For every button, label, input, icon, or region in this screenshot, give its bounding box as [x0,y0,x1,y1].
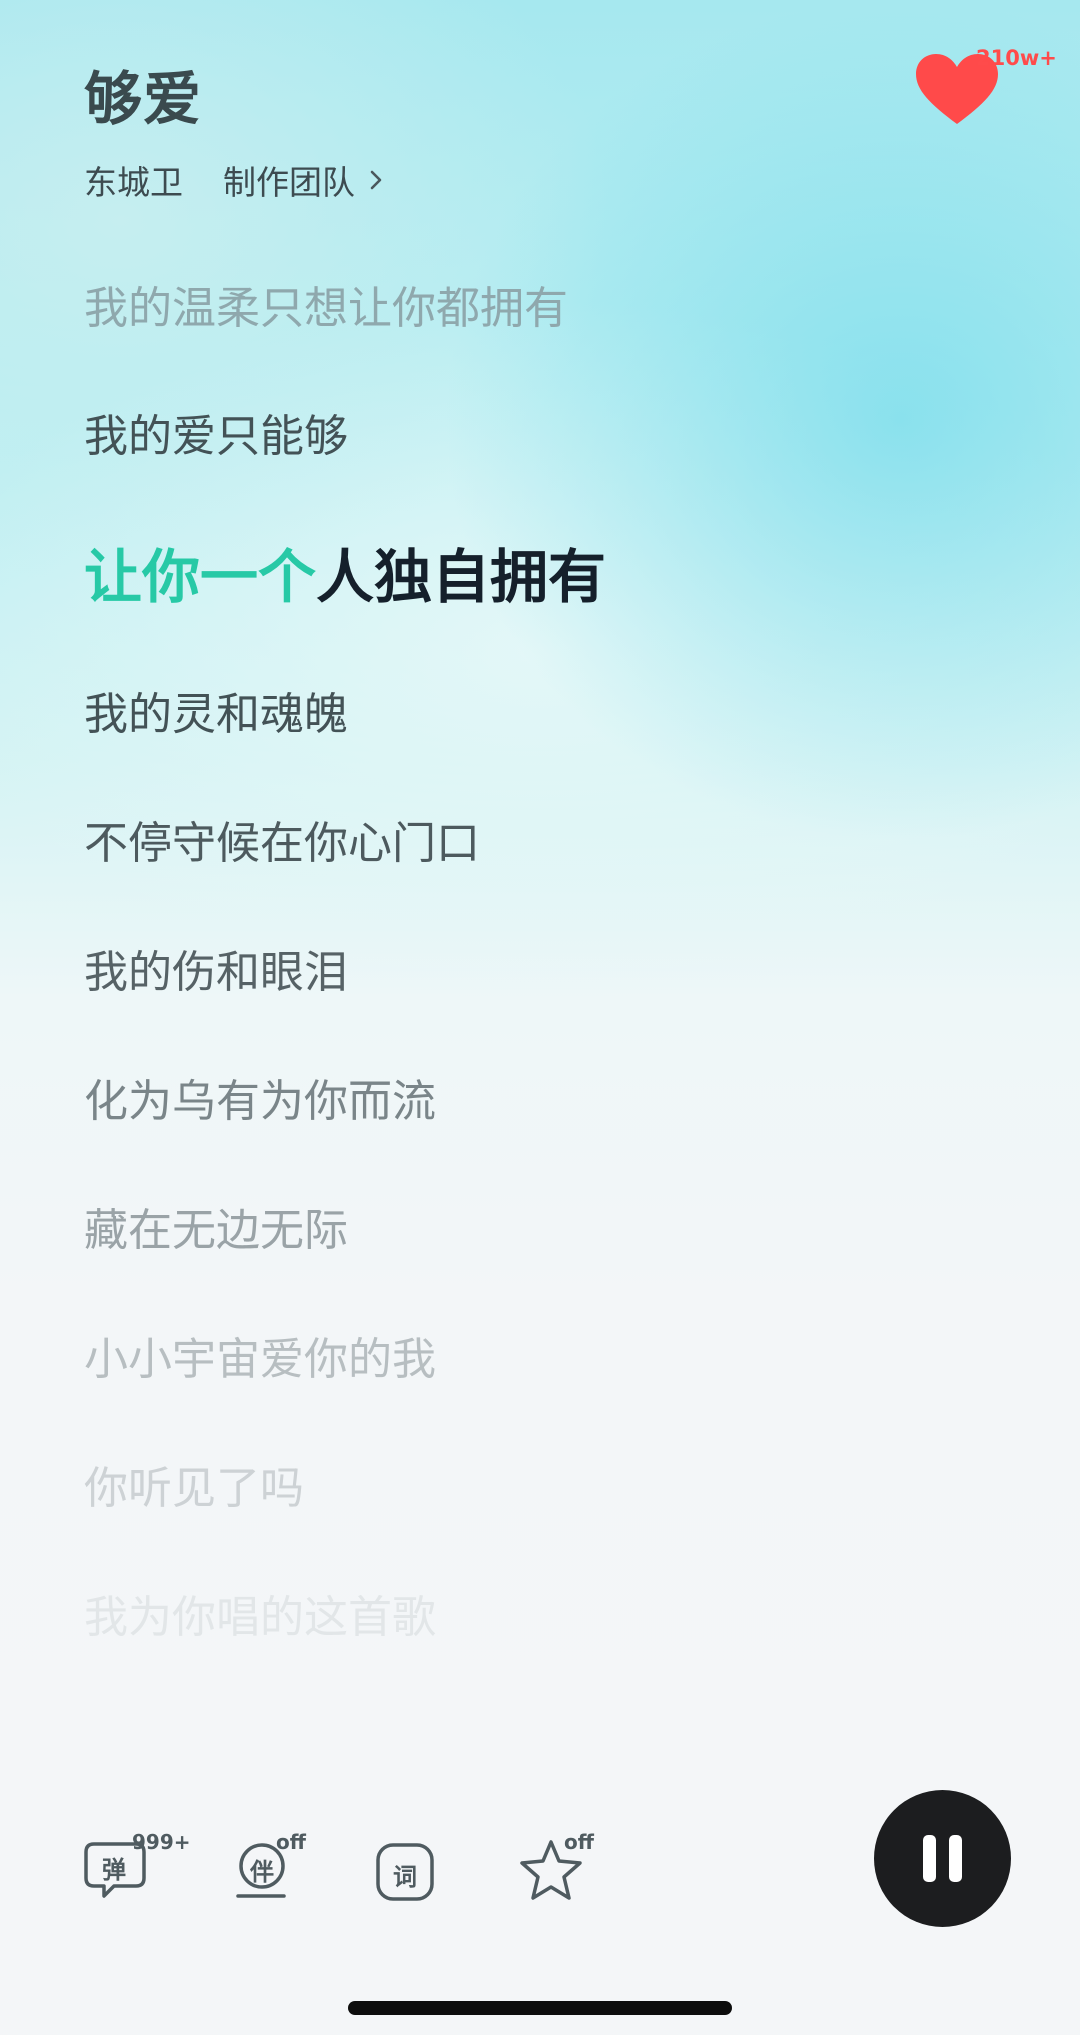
production-team-label: 制作团队 [223,163,355,202]
lyric-line[interactable]: 你听见了吗 [84,1452,304,1516]
chevron-right-icon [370,170,382,190]
lyric-line[interactable]: 小小宇宙爱你的我 [84,1323,436,1387]
lyric-line[interactable]: 我的灵和魂魄 [84,678,348,742]
favorite-state-badge: off [564,1830,594,1854]
lyric-line[interactable]: 不停守候在你心门口 [84,807,480,871]
accompaniment-label: 伴 [250,1858,274,1886]
lyric-line[interactable]: 我的爱只能够 [84,400,348,464]
danmaku-count-badge: 999+ [132,1830,191,1854]
song-title: 够爱 [84,65,203,133]
lyric-line[interactable]: 化为乌有为你而流 [84,1065,436,1129]
production-team-link[interactable]: 制作团队 [223,156,387,204]
play-pause-button[interactable] [874,1790,1011,1927]
lyric-line[interactable]: 藏在无边无际 [84,1194,348,1258]
lyrics-settings-button[interactable]: 词 [375,1842,435,1902]
danmaku-label: 弹 [102,1856,126,1884]
lyric-line[interactable]: 我为你唱的这首歌 [84,1581,436,1645]
current-lyric-line[interactable]: 让你一个人独自拥有 [84,530,606,614]
accompaniment-state-badge: off [276,1830,306,1854]
artist-name[interactable]: 东城卫 [84,156,183,204]
home-indicator[interactable] [348,2001,732,2015]
lyric-line[interactable]: 我的温柔只想让你都拥有 [84,272,568,336]
like-count: 210w+ [976,46,1057,70]
song-credits: 东城卫 制作团队 [84,156,387,204]
lyric-line[interactable]: 我的伤和眼泪 [84,936,348,1000]
lyrics-label: 词 [393,1863,417,1891]
current-lyric-sung: 让你一个 [84,543,317,611]
current-lyric-rest: 人独自拥有 [316,543,607,611]
